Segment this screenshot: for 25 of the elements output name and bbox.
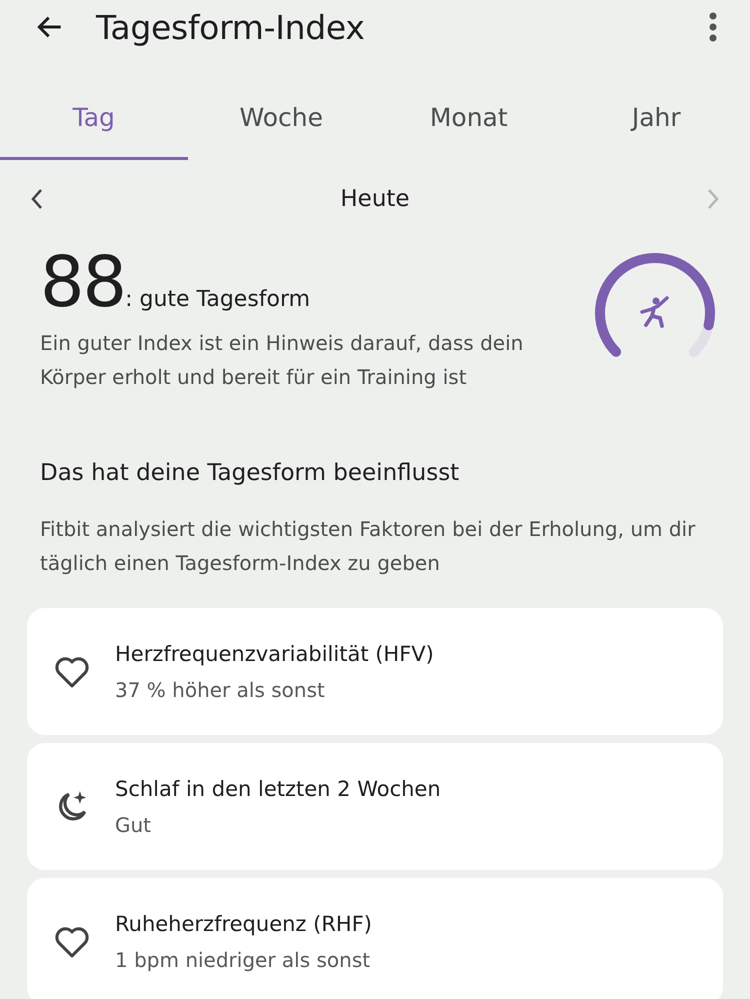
more-vertical-icon xyxy=(708,12,718,42)
heart-icon xyxy=(53,654,91,688)
score-value: 88 xyxy=(40,242,126,322)
tab[interactable]: Jahr xyxy=(562,86,750,160)
heart-icon xyxy=(53,924,91,958)
factor-detail: 1 bpm niedriger als sonst xyxy=(115,948,372,972)
tab[interactable]: Monat xyxy=(375,86,562,160)
page-title: Tagesform-Index xyxy=(96,8,366,46)
factor-detail: Gut xyxy=(115,812,152,836)
factor-card[interactable]: Herzfrequenzvariabilität (HFV) 37 % höher als sonst xyxy=(27,608,723,735)
score-label: : gute Tagesform xyxy=(125,287,310,312)
factor-title: Ruheherzfrequenz (RHF) xyxy=(115,912,372,936)
date-label: Heute xyxy=(340,186,410,212)
running-figure-icon xyxy=(640,296,669,328)
tab[interactable]: Woche xyxy=(188,86,375,160)
factor-card[interactable]: Ruheherzfrequenz (RHF) 1 bpm niedriger als sonst xyxy=(27,878,723,999)
factor-title: Herzfrequenzvariabilität (HFV) xyxy=(115,642,434,666)
score-description: Ein guter Index ist ein Hinweis darauf, dass dein Körper erholt und bereit für ein Training ist xyxy=(40,330,524,391)
factor-card[interactable]: Schlaf in den letzten 2 Wochen Gut xyxy=(27,743,723,870)
tab[interactable]: Tag xyxy=(0,86,188,160)
section-description: Fitbit analysiert die wichtigsten Faktoren bei der Erholung, um dir täglich einen Tagesform-Index zu geben xyxy=(40,516,696,577)
section-title: Das hat deine Tagesform beeinflusst xyxy=(40,460,460,486)
factor-detail: 37 % höher als sonst xyxy=(115,678,326,702)
factor-title: Schlaf in den letzten 2 Wochen xyxy=(115,776,441,800)
previous-button[interactable] xyxy=(30,187,44,211)
